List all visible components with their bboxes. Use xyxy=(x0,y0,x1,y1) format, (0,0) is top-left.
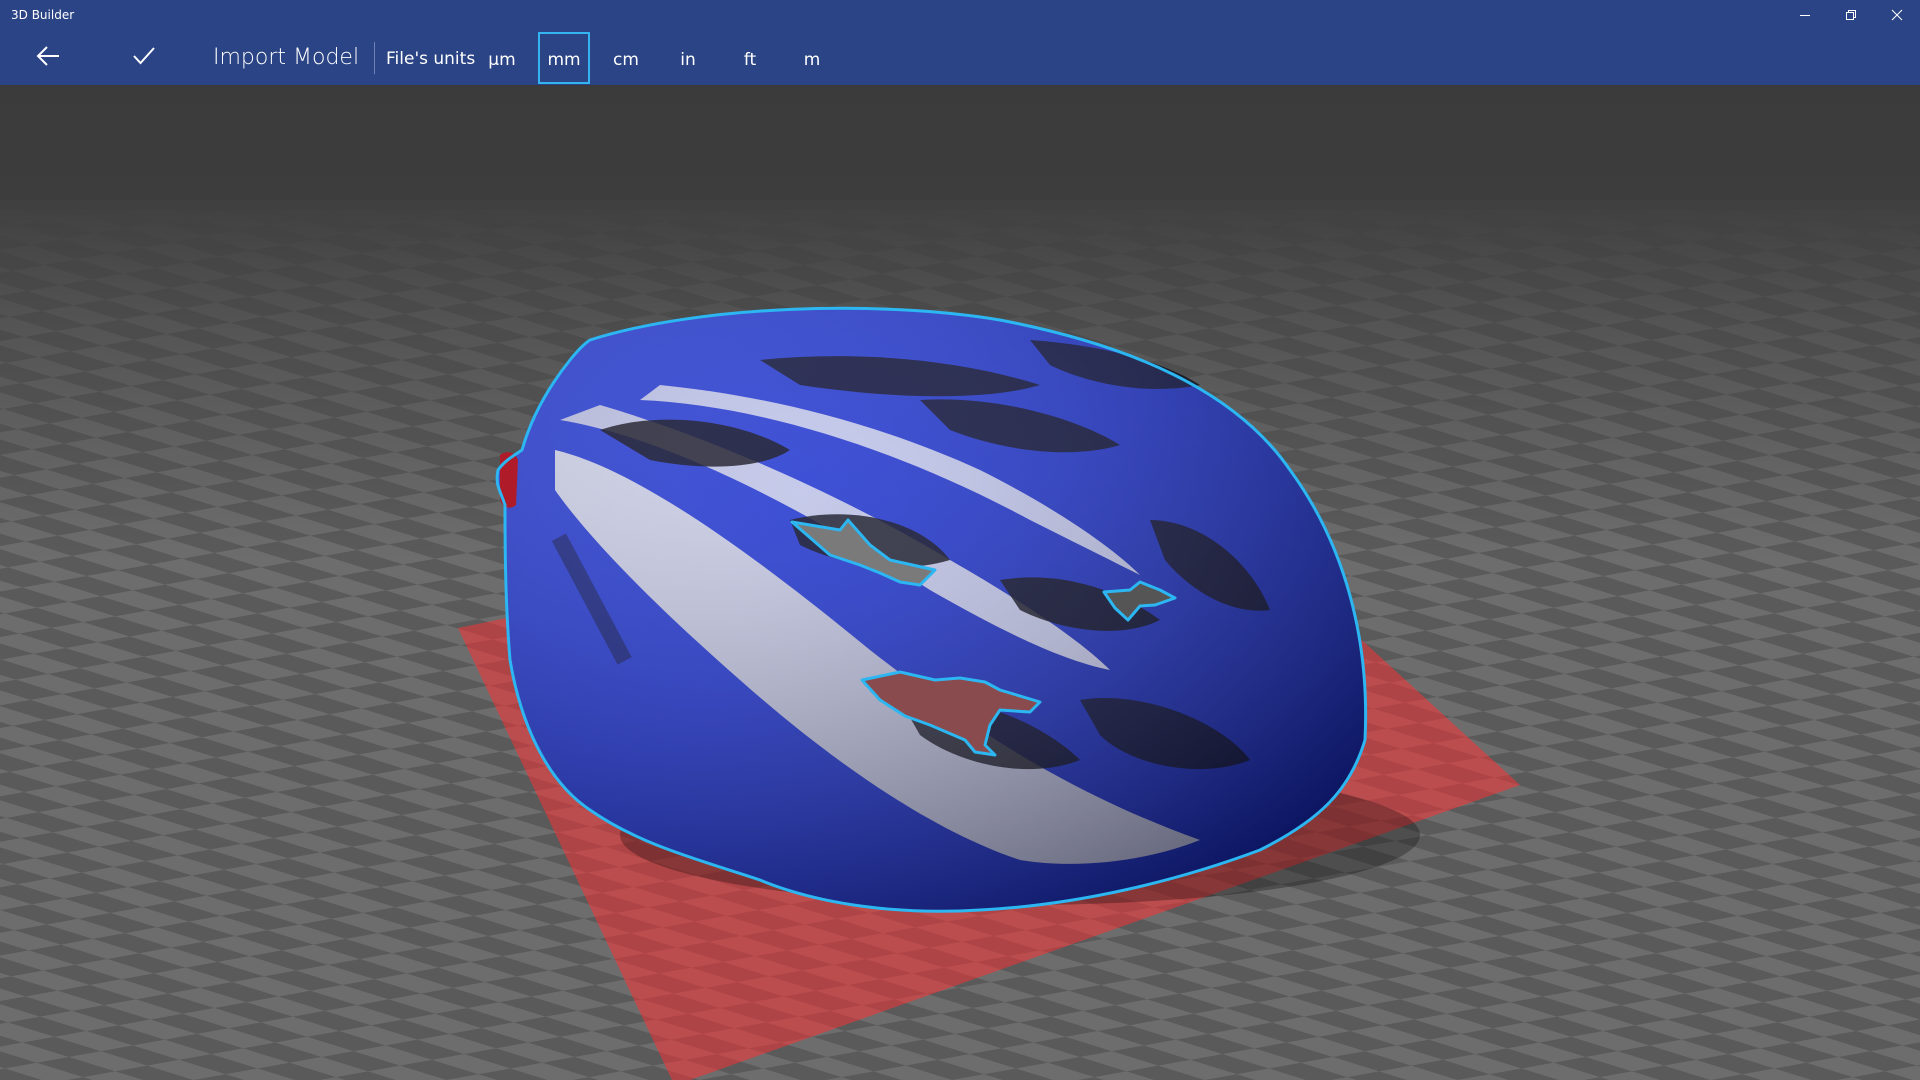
restore-button[interactable] xyxy=(1828,0,1874,30)
unit-button-millimeter[interactable]: mm xyxy=(538,32,590,84)
page-title: Import Model xyxy=(213,45,360,70)
scene-canvas[interactable] xyxy=(0,85,1920,1080)
command-bar-divider xyxy=(374,42,375,74)
confirm-import-button[interactable] xyxy=(122,36,166,80)
checkmark-icon xyxy=(132,44,156,72)
file-units-label: File's units xyxy=(386,49,476,69)
minimize-icon xyxy=(1799,9,1811,21)
command-bar: Import Model File's units µm mm cm in ft… xyxy=(0,30,1920,85)
minimize-button[interactable] xyxy=(1782,0,1828,30)
title-bar: 3D Builder xyxy=(0,0,1920,30)
close-button[interactable] xyxy=(1874,0,1920,30)
app-title: 3D Builder xyxy=(11,8,75,22)
unit-button-micrometer[interactable]: µm xyxy=(476,32,528,84)
unit-button-inch[interactable]: in xyxy=(662,32,714,84)
unit-button-meter[interactable]: m xyxy=(786,32,838,84)
unit-button-foot[interactable]: ft xyxy=(724,32,776,84)
app-window: 3D Builder Import Model File's units µm … xyxy=(0,0,1920,1080)
restore-icon xyxy=(1845,9,1857,21)
unit-button-centimeter[interactable]: cm xyxy=(600,32,652,84)
close-icon xyxy=(1891,9,1903,21)
back-arrow-icon xyxy=(36,44,60,72)
back-button[interactable] xyxy=(26,36,70,80)
3d-viewport[interactable] xyxy=(0,85,1920,1080)
